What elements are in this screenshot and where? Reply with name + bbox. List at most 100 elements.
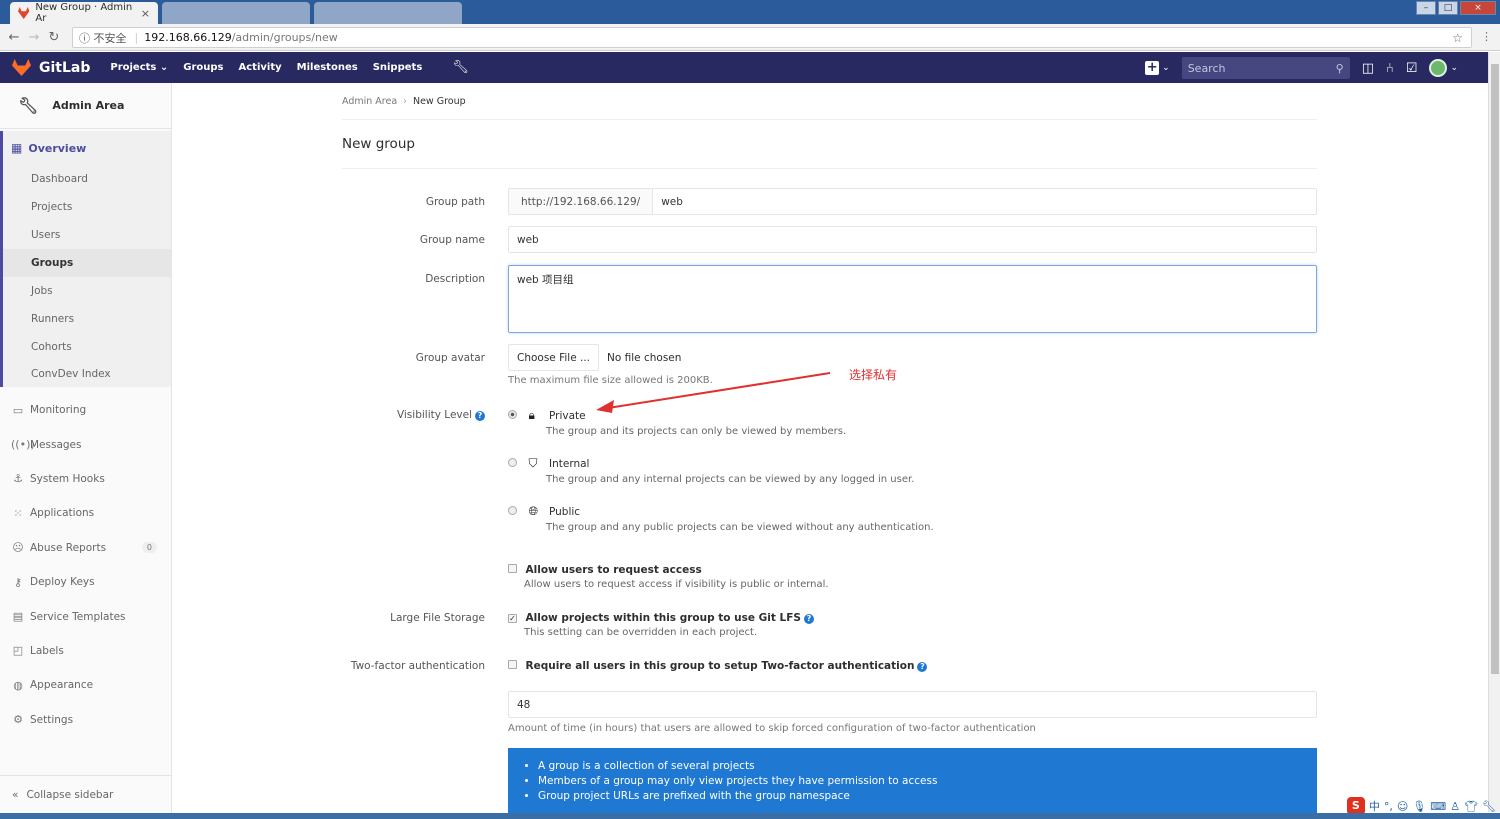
- group-name-input[interactable]: web: [508, 226, 1317, 253]
- ime-punct-icon[interactable]: °,: [1384, 800, 1393, 813]
- tfa-checkbox[interactable]: [508, 660, 517, 669]
- user-menu[interactable]: ⌄: [1429, 59, 1458, 77]
- sidebar-item-cohorts[interactable]: Cohorts: [3, 333, 171, 361]
- sidebar-header[interactable]: 🔧︎ Admin Area: [0, 83, 171, 129]
- nav-activity[interactable]: Activity: [239, 62, 282, 73]
- choose-file-button[interactable]: Choose File ...: [508, 344, 600, 371]
- lfs-label: Large File Storage: [390, 612, 485, 624]
- request-access-desc: Allow users to request access if visibil…: [524, 579, 829, 590]
- sidebar-title: Admin Area: [52, 99, 125, 112]
- ime-user-icon[interactable]: ♙: [1450, 800, 1460, 813]
- sidebar-item-runners[interactable]: Runners: [3, 305, 171, 333]
- browser-tab-inactive[interactable]: [314, 2, 462, 24]
- group-path-prefix: http://192.168.66.129/: [508, 188, 654, 215]
- visibility-option-public[interactable]: 🌐︎ Public The group and any public proje…: [508, 504, 1108, 533]
- ime-mic-icon[interactable]: 🎙︎: [1412, 800, 1426, 813]
- tfa-grace-period-input[interactable]: 48: [508, 691, 1317, 718]
- nav-milestones[interactable]: Milestones: [297, 62, 358, 73]
- group-path-input[interactable]: web: [653, 188, 1317, 215]
- sidebar-item-projects[interactable]: Projects: [3, 193, 171, 221]
- shield-icon: ⛉: [528, 456, 538, 470]
- nav-projects[interactable]: Projects ⌄: [110, 62, 168, 73]
- sidebar-item-settings[interactable]: ⚙ Settings: [0, 703, 171, 737]
- ime-chinese-icon[interactable]: 中: [1369, 798, 1380, 814]
- security-indicator[interactable]: ⓘ 不安全: [79, 30, 127, 46]
- sidebar-item-system-hooks[interactable]: ⚓ System Hooks: [0, 462, 171, 496]
- sidebar-item-groups[interactable]: Groups: [3, 249, 171, 277]
- tfa-checkbox-group[interactable]: Require all users in this group to setup…: [508, 659, 928, 672]
- sidebar-item-convdev-index[interactable]: ConvDev Index: [3, 361, 171, 387]
- sidebar-item-appearance[interactable]: ◍ Appearance: [0, 668, 171, 702]
- help-icon[interactable]: ?: [803, 614, 814, 624]
- help-icon[interactable]: ?: [475, 411, 485, 421]
- public-radio[interactable]: [508, 506, 517, 515]
- sidebar-item-abuse-reports[interactable]: ☹ Abuse Reports 0: [0, 531, 171, 565]
- browser-tab-inactive[interactable]: [162, 2, 310, 24]
- lfs-checkbox-group[interactable]: ✓ Allow projects within this group to us…: [508, 611, 814, 638]
- search-icon: ⚲: [1335, 61, 1344, 75]
- request-access-checkbox-group[interactable]: Allow users to request access Allow user…: [508, 563, 829, 590]
- ime-tool-icon[interactable]: 🔧︎: [1482, 800, 1496, 813]
- sidebar-item-dashboard[interactable]: Dashboard: [3, 165, 171, 193]
- collapse-sidebar-button[interactable]: « Collapse sidebar: [0, 775, 172, 813]
- group-info-box: A group is a collection of several proje…: [508, 748, 1317, 818]
- description-textarea[interactable]: web 项目组: [508, 265, 1317, 333]
- group-avatar-label: Group avatar: [415, 352, 485, 364]
- sidebar-item-users[interactable]: Users: [3, 221, 171, 249]
- new-dropdown[interactable]: + ⌄: [1145, 61, 1170, 75]
- sidebar-item-overview[interactable]: ▦ Overview: [3, 131, 171, 165]
- page-title: New group: [342, 120, 1317, 169]
- help-icon[interactable]: ?: [917, 662, 928, 672]
- breadcrumb-admin-area[interactable]: Admin Area: [342, 96, 397, 107]
- url-host: 192.168.66.129: [144, 31, 232, 44]
- reload-icon[interactable]: ↻: [44, 30, 64, 45]
- page-scrollbar[interactable]: [1488, 52, 1500, 812]
- tfa-title: Require all users in this group to setup…: [525, 660, 915, 672]
- ime-emoji-icon[interactable]: ☺: [1397, 800, 1408, 813]
- url-path: /admin/groups/new: [231, 31, 338, 44]
- ime-keyboard-icon[interactable]: ⌨: [1430, 800, 1446, 813]
- search-input[interactable]: Search ⚲: [1181, 57, 1350, 79]
- sidebar-item-labels[interactable]: ◰ Labels: [0, 634, 171, 668]
- gitlab-logo[interactable]: GitLab: [12, 59, 90, 76]
- merge-request-icon[interactable]: ⑃: [1386, 61, 1394, 76]
- private-radio[interactable]: [508, 410, 517, 419]
- grid-icon: ▦: [11, 141, 23, 155]
- lfs-title: Allow projects within this group to use …: [525, 612, 801, 624]
- tanuki-icon: [12, 59, 31, 76]
- gitlab-header: GitLab Projects ⌄ Groups Activity Milest…: [0, 52, 1488, 83]
- visibility-option-internal[interactable]: ⛉ Internal The group and any internal pr…: [508, 456, 1108, 485]
- issues-icon[interactable]: ◫: [1362, 61, 1374, 76]
- back-icon[interactable]: ←: [4, 30, 24, 45]
- sidebar-overview-section: ▦ Overview Dashboard Projects Users Grou…: [0, 131, 171, 387]
- browser-tab-active[interactable]: New Group · Admin Ar ×: [10, 2, 158, 24]
- sidebar-item-applications[interactable]: ⁙ Applications: [0, 496, 171, 530]
- maximize-icon[interactable]: □: [1438, 1, 1458, 15]
- nav-snippets[interactable]: Snippets: [373, 62, 423, 73]
- sidebar-item-service-templates[interactable]: ▤ Service Templates: [0, 599, 171, 633]
- scrollbar-thumb[interactable]: [1491, 64, 1499, 674]
- request-access-checkbox[interactable]: [508, 564, 517, 573]
- template-icon: ▤: [12, 610, 24, 624]
- warning-icon: ☹: [12, 541, 24, 555]
- breadcrumb-current[interactable]: New Group: [413, 96, 466, 107]
- forward-icon[interactable]: →: [24, 30, 44, 45]
- lfs-checkbox[interactable]: ✓: [508, 614, 517, 623]
- bookmark-star-icon[interactable]: ☆: [1452, 31, 1463, 45]
- window-controls: – □ ×: [1416, 1, 1496, 15]
- ime-skin-icon[interactable]: 👕︎: [1464, 800, 1478, 813]
- nav-groups[interactable]: Groups: [183, 62, 223, 73]
- url-input[interactable]: ⓘ 不安全 | 192.168.66.129/admin/groups/new …: [72, 27, 1472, 48]
- group-path-label: Group path: [425, 196, 485, 208]
- close-tab-icon[interactable]: ×: [141, 7, 150, 20]
- sidebar-item-deploy-keys[interactable]: ⚷ Deploy Keys: [0, 565, 171, 599]
- browser-menu-icon[interactable]: ⋮: [1481, 30, 1492, 43]
- minimize-icon[interactable]: –: [1416, 1, 1436, 15]
- close-window-icon[interactable]: ×: [1460, 1, 1496, 15]
- todos-icon[interactable]: ☑: [1406, 61, 1418, 76]
- admin-wrench-icon[interactable]: 🔧︎: [452, 60, 469, 75]
- sidebar-item-jobs[interactable]: Jobs: [3, 277, 171, 305]
- sidebar-item-monitoring[interactable]: ▭ Monitoring: [0, 393, 171, 427]
- sidebar-item-messages[interactable]: ((•)) Messages: [0, 427, 171, 461]
- internal-radio[interactable]: [508, 458, 517, 467]
